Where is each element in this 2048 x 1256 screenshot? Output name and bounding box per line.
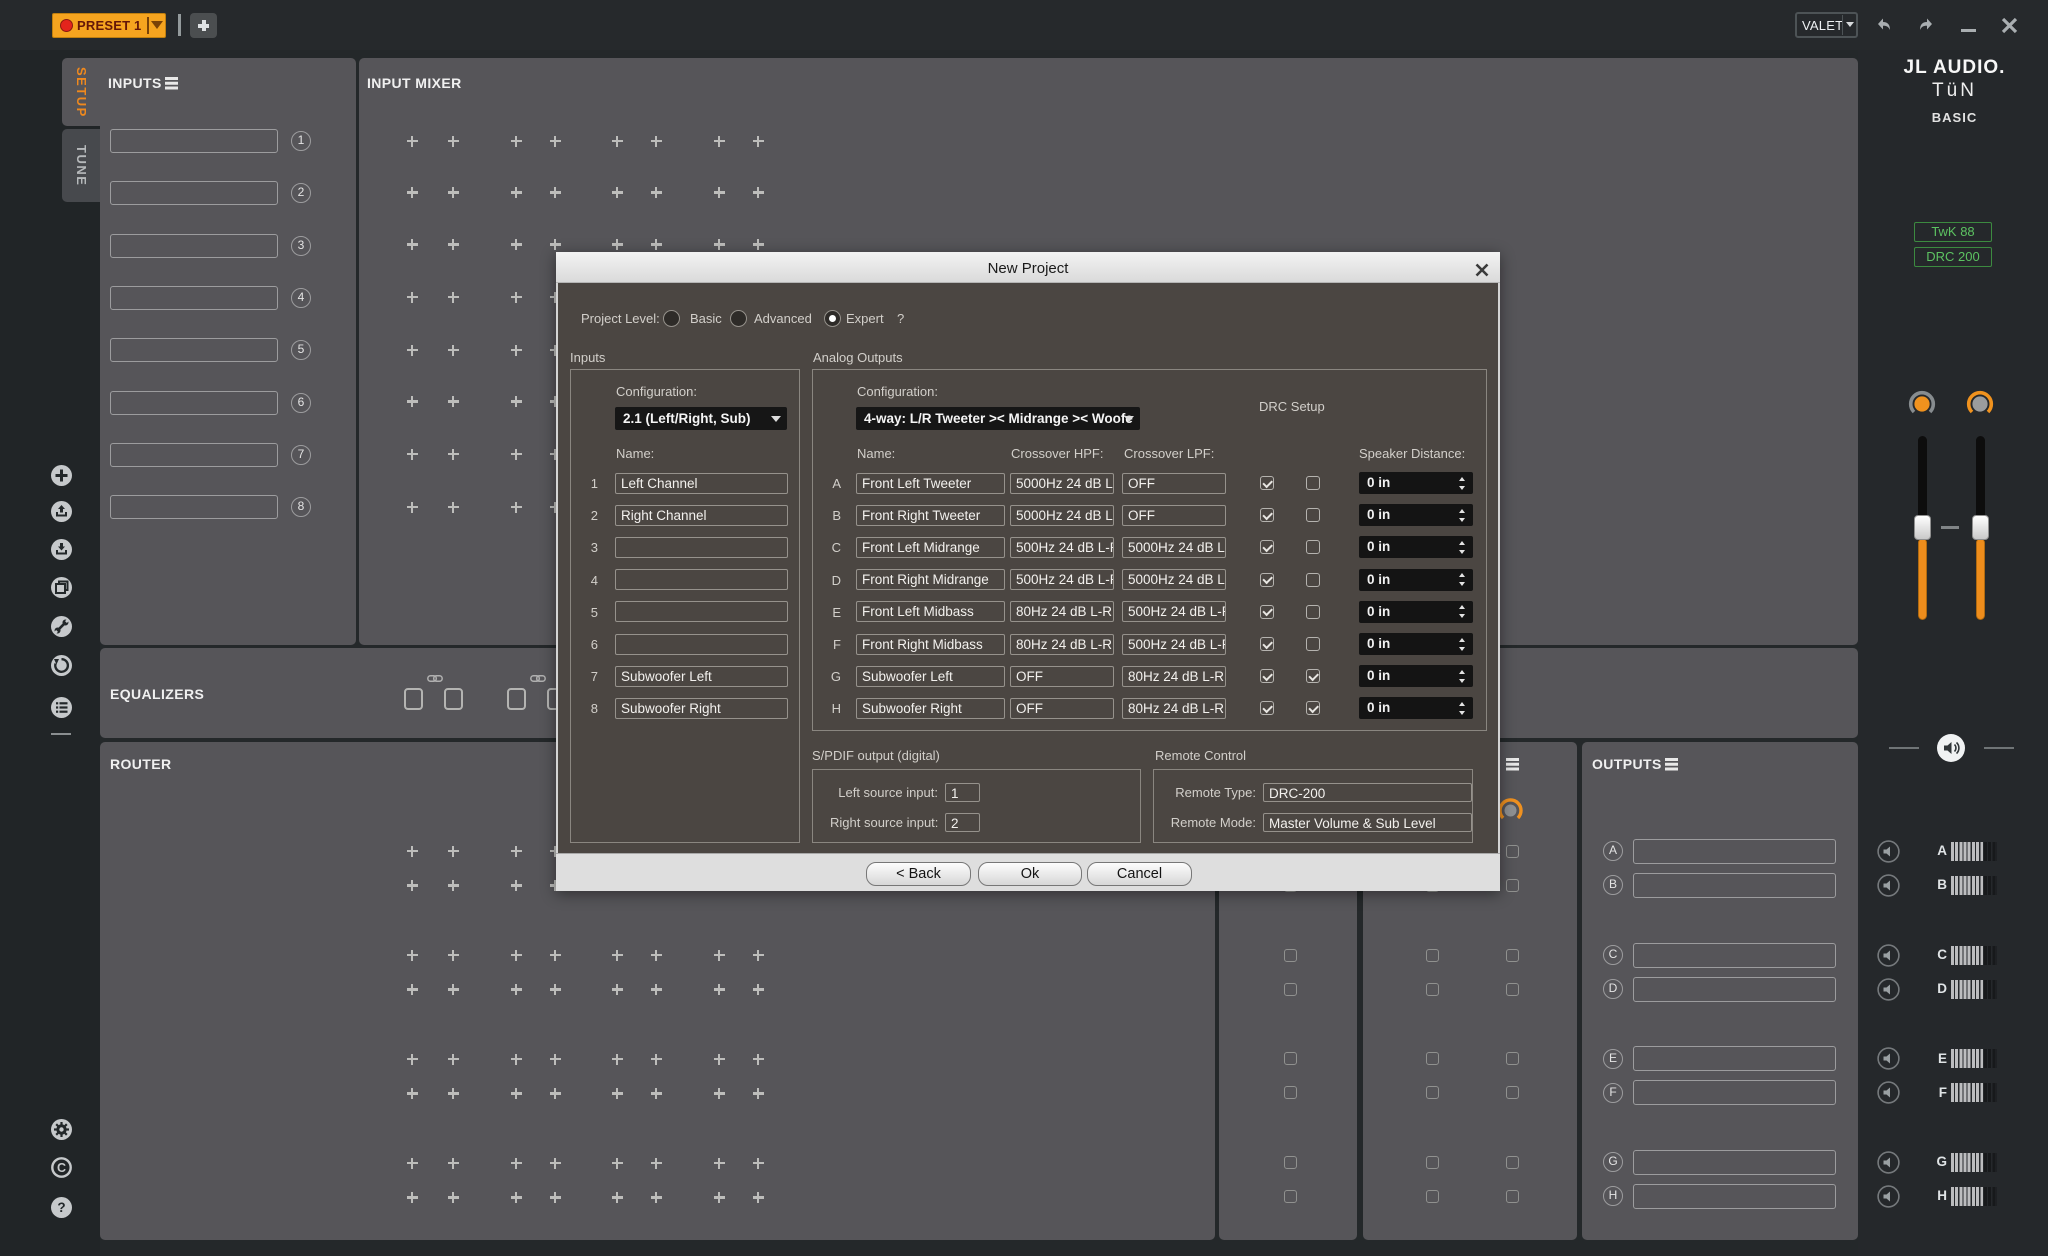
svg-text:C: C — [56, 1160, 65, 1174]
svg-text:?: ? — [57, 1200, 65, 1215]
